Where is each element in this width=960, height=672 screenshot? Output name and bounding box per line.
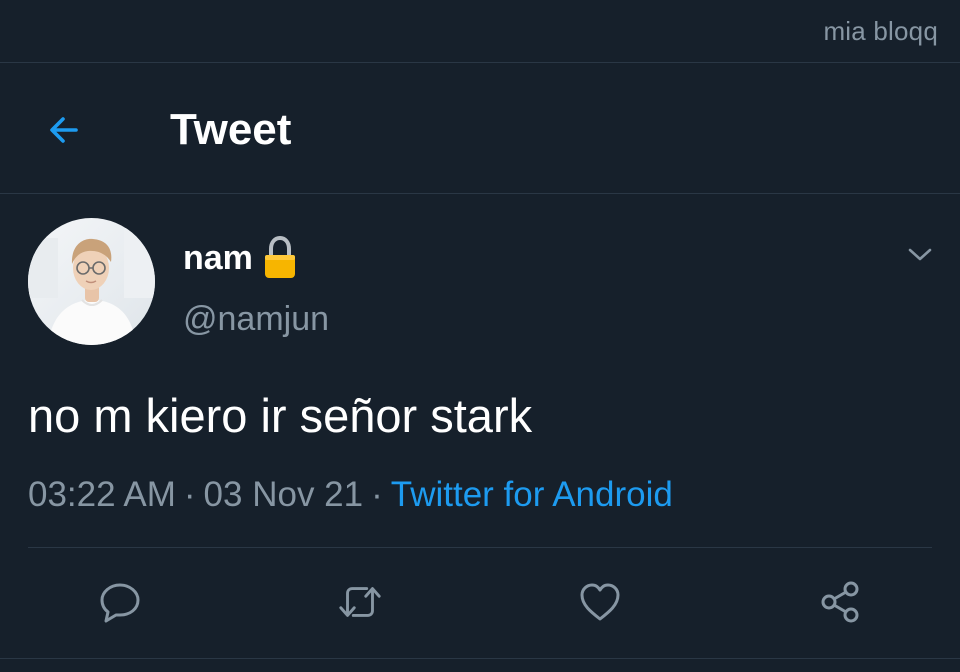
lock-icon [265,236,295,278]
top-divider [0,62,960,63]
tweet-date: 03 Nov 21 [203,475,364,514]
back-button[interactable] [38,104,90,156]
retweet-button[interactable] [336,578,384,626]
tweet-time: 03:22 AM [28,475,176,514]
tweet-meta: 03:22 AM · 03 Nov 21 · Twitter for Android [28,474,673,516]
reply-button[interactable] [96,578,144,626]
chevron-down-icon [908,248,932,261]
header-divider [0,193,960,194]
profile-photo [28,218,155,345]
tweet-source-link[interactable]: Twitter for Android [391,475,673,514]
share-button[interactable] [816,578,864,626]
author-name[interactable]: nam [183,238,253,278]
tweet-text: no m kiero ir señor stark [28,389,533,442]
more-options-button[interactable] [902,238,938,270]
author-handle[interactable]: @namjun [183,299,329,339]
actions-divider [28,547,932,548]
reply-icon [100,583,140,623]
retweet-icon [339,587,381,617]
watermark-text: mia bloqq [823,16,938,46]
arrow-left-icon [50,117,78,143]
bottom-divider [0,658,960,659]
avatar[interactable] [28,218,155,345]
share-icon [821,581,859,623]
meta-separator: · [371,475,383,514]
like-button[interactable] [576,578,624,626]
heart-icon [580,583,620,621]
meta-separator: · [183,475,196,514]
page-title: Tweet [170,105,292,154]
